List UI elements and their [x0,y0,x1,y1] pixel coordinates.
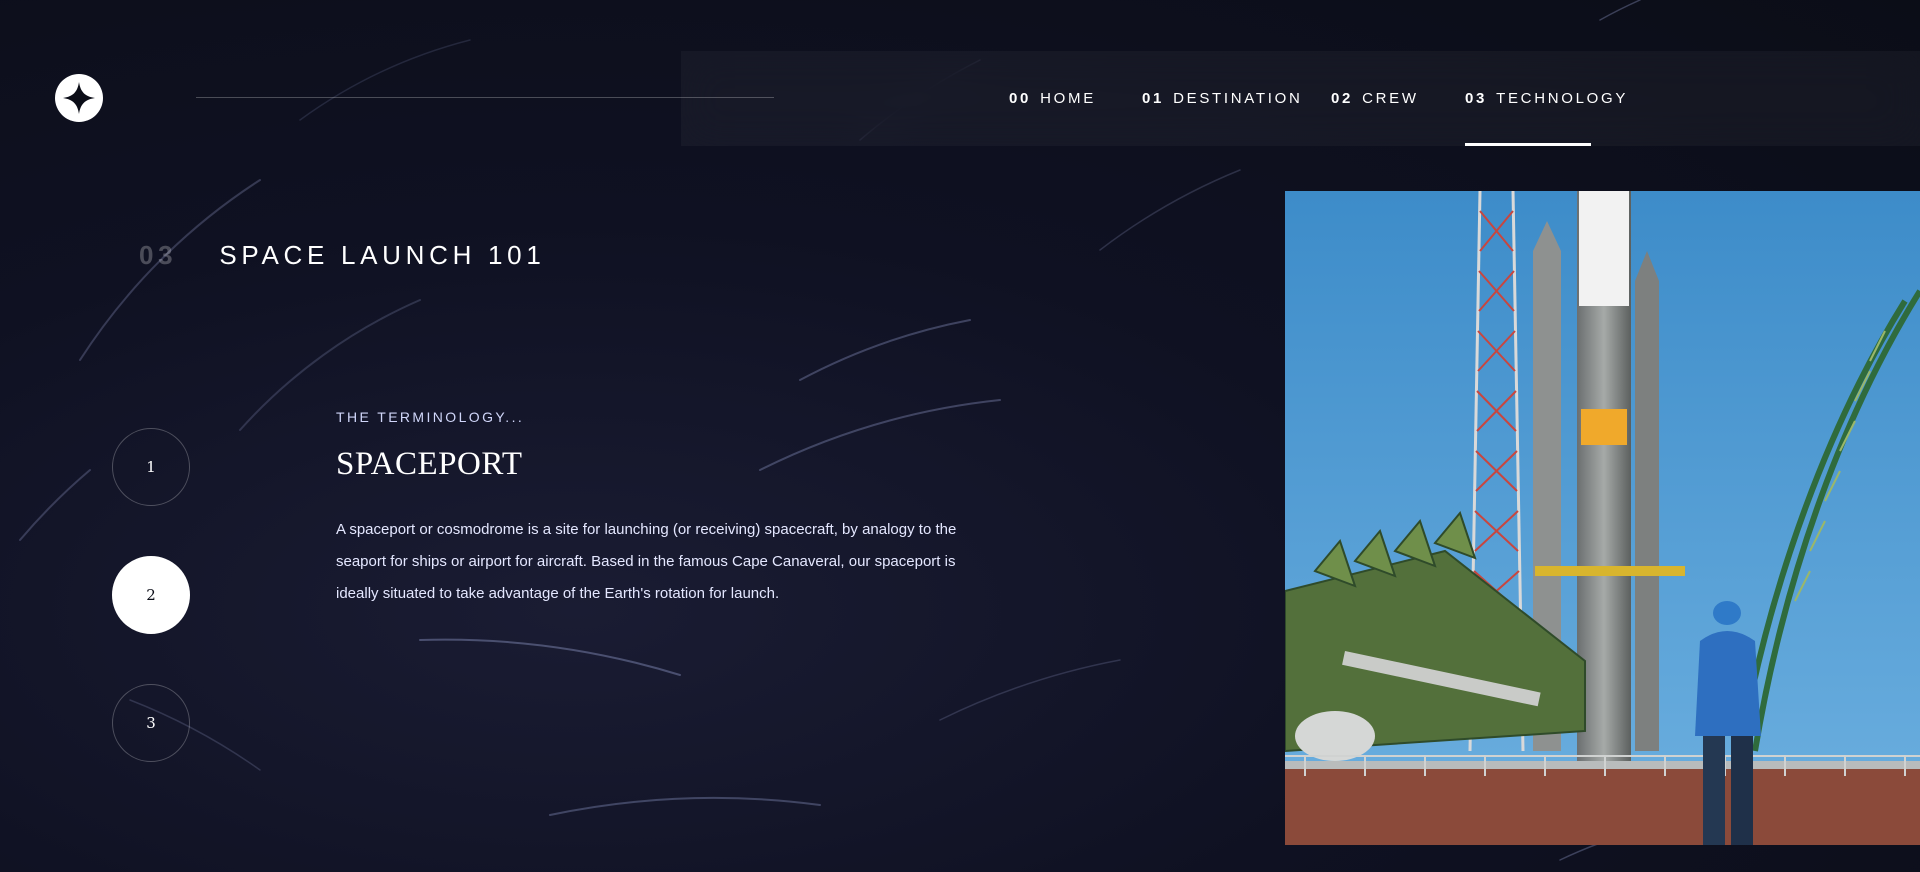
step-button-1[interactable]: 1 [112,428,190,506]
header-divider [196,97,774,98]
step-label: 1 [146,458,156,476]
nav-item-number: 00 [1009,90,1032,107]
step-button-3[interactable]: 3 [112,684,190,762]
content-description: A spaceport or cosmodrome is a site for … [336,521,957,602]
spaceport-image [1285,191,1920,845]
page-heading-number: 03 [139,240,178,270]
nav-item-number: 01 [1142,90,1165,107]
content-title: SPACEPORT [336,446,523,482]
nav-item-label: CREW [1362,90,1419,107]
step-label: 2 [146,586,156,604]
nav-item-label: TECHNOLOGY [1496,90,1629,107]
step-button-2[interactable]: 2 [112,556,190,634]
nav-item-label: HOME [1040,90,1096,107]
nav-item-number: 02 [1331,90,1354,107]
main-nav: 00 HOME 01 DESTINATION 02 CREW 03 TECHNO… [681,51,1920,146]
star-logo-icon [63,82,95,114]
page-heading-text: SPACE LAUNCH 101 [219,240,546,270]
nav-item-label: DESTINATION [1173,90,1303,107]
nav-item-destination[interactable]: 01 DESTINATION [1142,51,1303,146]
nav-item-home[interactable]: 00 HOME [1009,51,1096,146]
nav-item-number: 03 [1465,90,1488,107]
logo[interactable] [55,74,103,122]
page-heading: 03 SPACE LAUNCH 101 [139,240,545,271]
content-eyebrow: THE TERMINOLOGY... [336,409,525,425]
step-label: 3 [146,714,156,732]
rocket-launchpad-illustration [1285,191,1920,845]
nav-item-technology[interactable]: 03 TECHNOLOGY [1465,51,1625,146]
nav-item-crew[interactable]: 02 CREW [1331,51,1419,146]
